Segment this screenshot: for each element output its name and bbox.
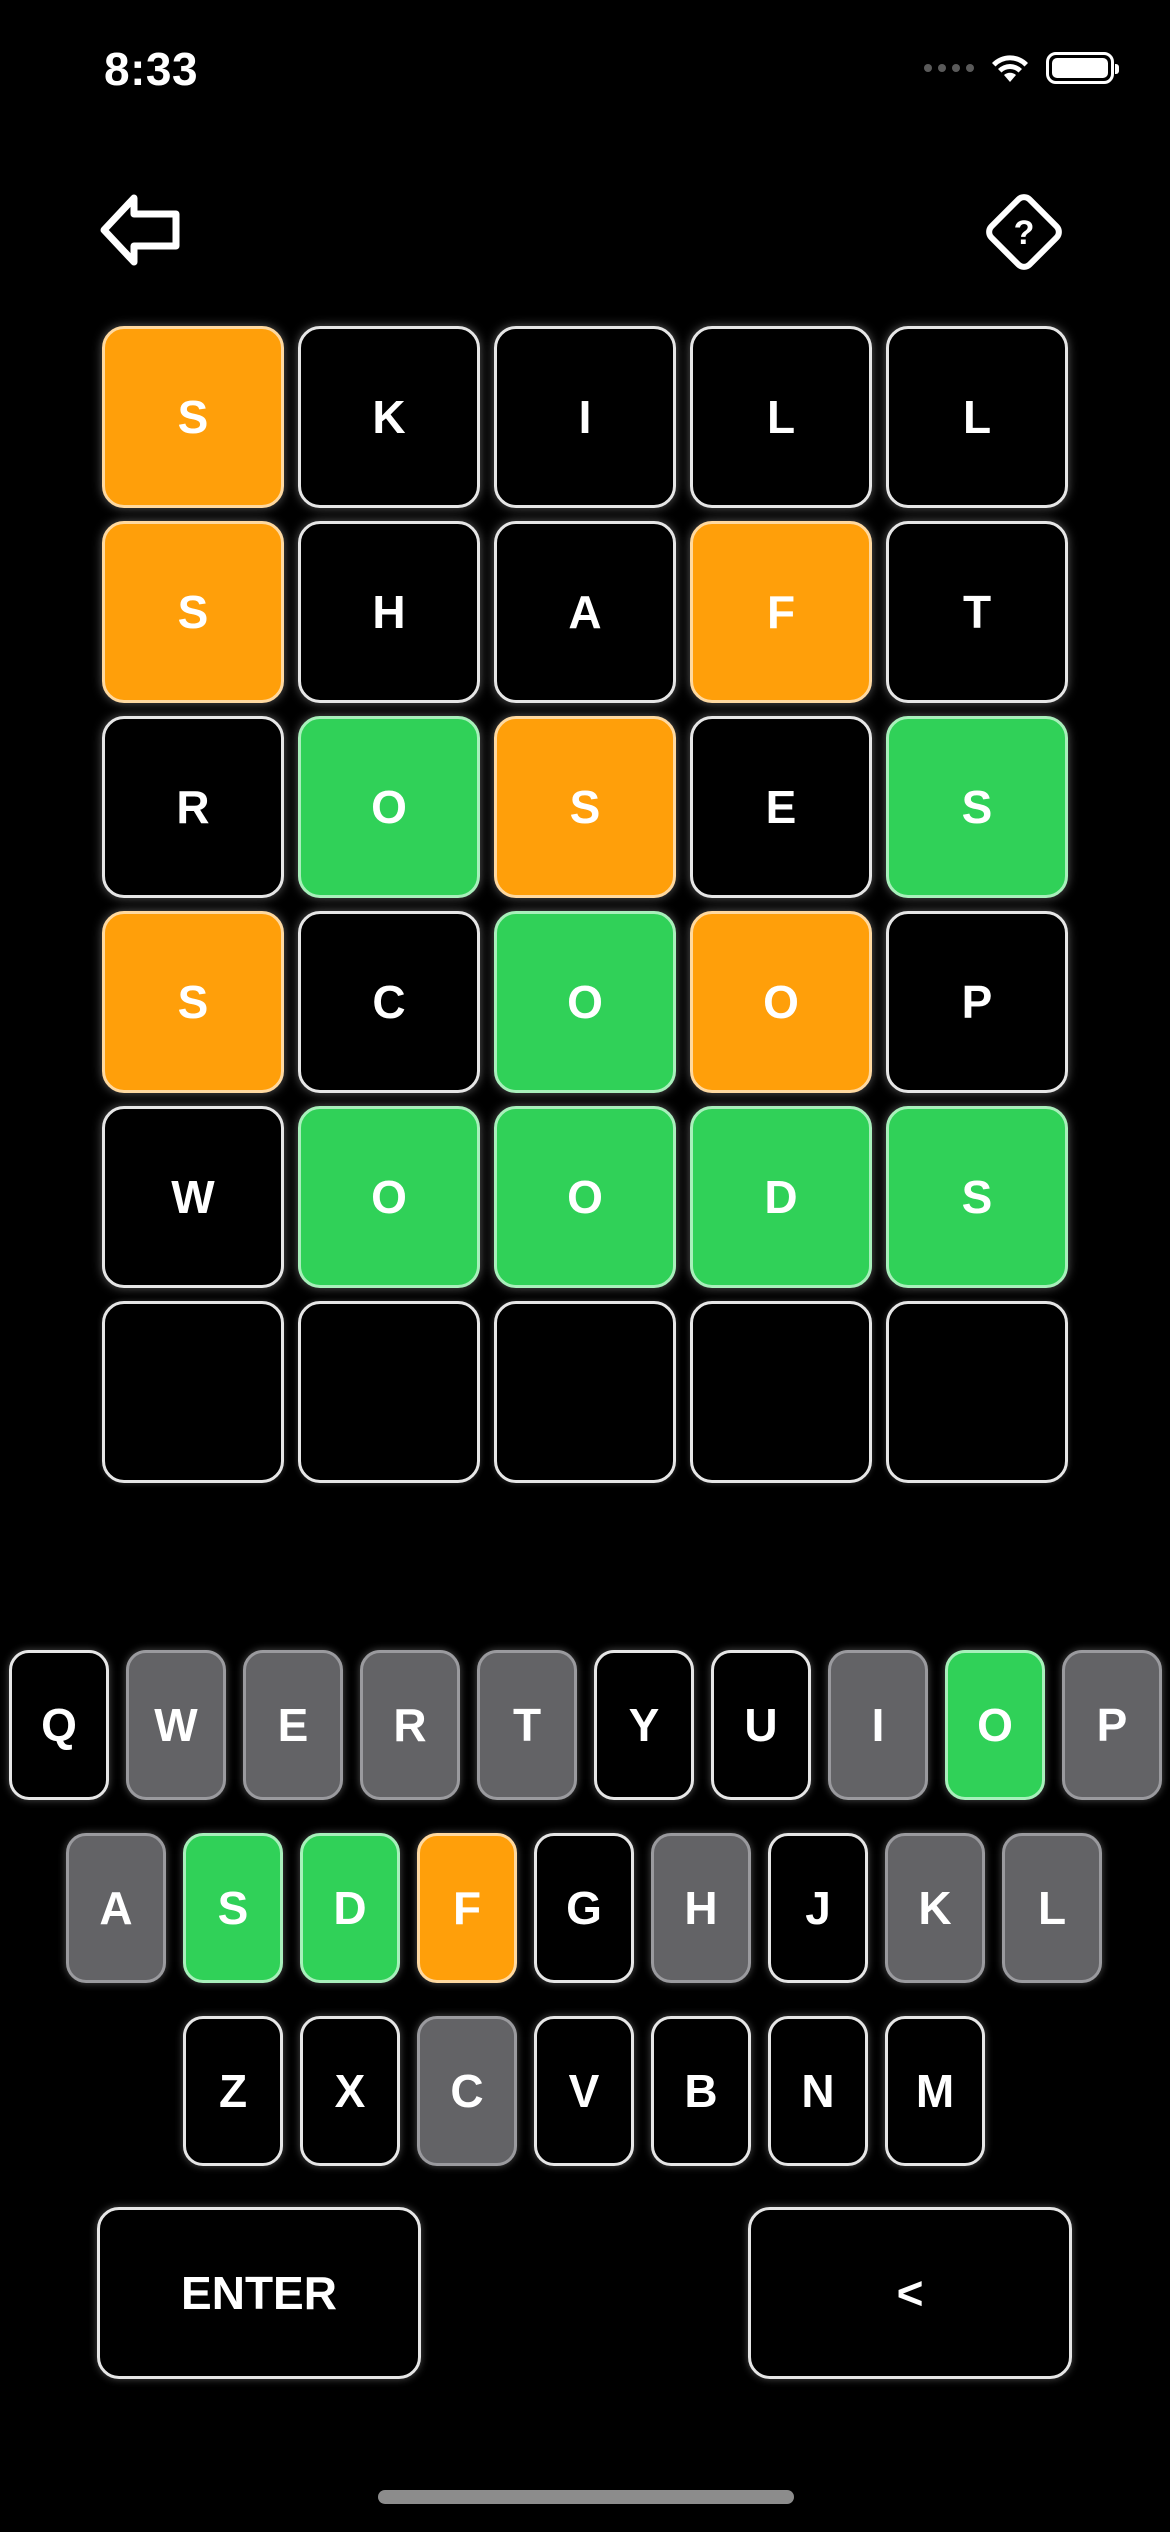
status-icons	[924, 52, 1119, 84]
board-tile: T	[886, 521, 1068, 703]
game-board: S K I L L S H A F T R O S E S S C O O P …	[102, 326, 1068, 1483]
back-arrow-icon	[100, 194, 180, 266]
back-button[interactable]	[98, 192, 184, 268]
key-v[interactable]: V	[534, 2016, 634, 2166]
key-h[interactable]: H	[651, 1833, 751, 1983]
board-tile: F	[690, 521, 872, 703]
board-tile-empty	[102, 1301, 284, 1483]
board-tile: H	[298, 521, 480, 703]
svg-text:?: ?	[1014, 214, 1035, 252]
key-s[interactable]: S	[183, 1833, 283, 1983]
board-tile: D	[690, 1106, 872, 1288]
board-tile: S	[102, 911, 284, 1093]
key-c[interactable]: C	[417, 2016, 517, 2166]
key-f[interactable]: F	[417, 1833, 517, 1983]
board-tile: S	[102, 521, 284, 703]
keyboard-row-3: Z X C V B N M	[183, 2016, 985, 2166]
key-g[interactable]: G	[534, 1833, 634, 1983]
board-tile: E	[690, 716, 872, 898]
board-tile: C	[298, 911, 480, 1093]
board-tile: S	[886, 1106, 1068, 1288]
board-tile: S	[886, 716, 1068, 898]
board-tile-empty	[494, 1301, 676, 1483]
board-tile: R	[102, 716, 284, 898]
key-n[interactable]: N	[768, 2016, 868, 2166]
key-z[interactable]: Z	[183, 2016, 283, 2166]
key-m[interactable]: M	[885, 2016, 985, 2166]
key-e[interactable]: E	[243, 1650, 343, 1800]
board-tile-empty	[886, 1301, 1068, 1483]
keyboard-row-2: A S D F G H J K L	[66, 1833, 1102, 1983]
key-a[interactable]: A	[66, 1833, 166, 1983]
key-p[interactable]: P	[1062, 1650, 1162, 1800]
key-j[interactable]: J	[768, 1833, 868, 1983]
enter-button[interactable]: ENTER	[97, 2207, 421, 2379]
help-diamond-icon: ?	[986, 194, 1062, 270]
key-x[interactable]: X	[300, 2016, 400, 2166]
board-tile: O	[298, 716, 480, 898]
key-t[interactable]: T	[477, 1650, 577, 1800]
board-tile: L	[690, 326, 872, 508]
board-tile: I	[494, 326, 676, 508]
board-tile-empty	[690, 1301, 872, 1483]
key-i[interactable]: I	[828, 1650, 928, 1800]
backspace-button[interactable]: <	[748, 2207, 1072, 2379]
cellular-signal-icon	[924, 64, 974, 72]
key-o[interactable]: O	[945, 1650, 1045, 1800]
key-w[interactable]: W	[126, 1650, 226, 1800]
board-tile: P	[886, 911, 1068, 1093]
board-tile: K	[298, 326, 480, 508]
board-tile: O	[494, 1106, 676, 1288]
key-q[interactable]: Q	[9, 1650, 109, 1800]
board-tile: A	[494, 521, 676, 703]
board-tile: O	[690, 911, 872, 1093]
key-d[interactable]: D	[300, 1833, 400, 1983]
key-l[interactable]: L	[1002, 1833, 1102, 1983]
key-u[interactable]: U	[711, 1650, 811, 1800]
board-tile: L	[886, 326, 1068, 508]
board-tile: S	[102, 326, 284, 508]
key-r[interactable]: R	[360, 1650, 460, 1800]
board-tile: W	[102, 1106, 284, 1288]
board-tile: O	[298, 1106, 480, 1288]
board-tile: O	[494, 911, 676, 1093]
board-tile-empty	[298, 1301, 480, 1483]
board-tile: S	[494, 716, 676, 898]
home-indicator[interactable]	[378, 2490, 794, 2504]
key-y[interactable]: Y	[594, 1650, 694, 1800]
key-b[interactable]: B	[651, 2016, 751, 2166]
battery-icon	[1046, 52, 1119, 84]
wifi-icon	[992, 55, 1028, 82]
keyboard-row-1: Q W E R T Y U I O P	[9, 1650, 1162, 1800]
status-time: 8:33	[104, 43, 199, 95]
key-k[interactable]: K	[885, 1833, 985, 1983]
help-button[interactable]: ?	[978, 186, 1070, 278]
